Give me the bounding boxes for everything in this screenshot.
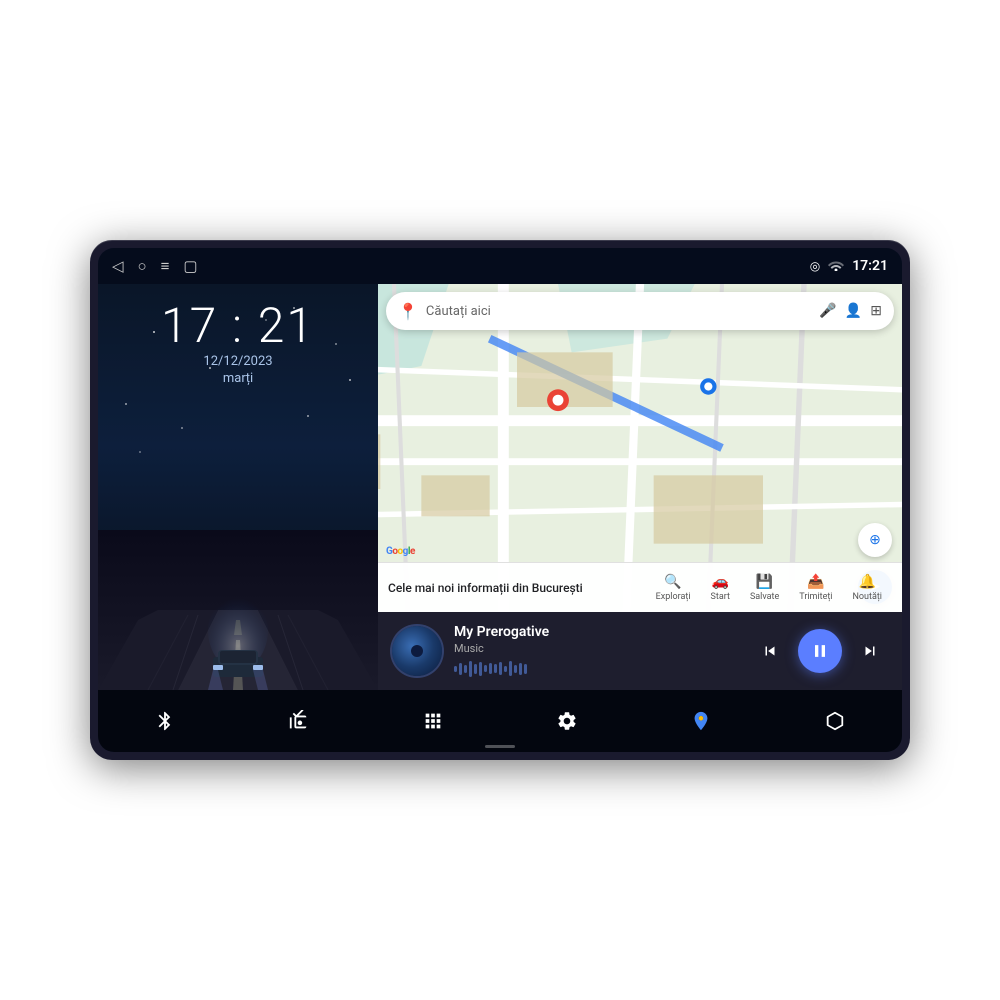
music-subtitle: Music [454,642,740,655]
waveform-bar-15 [524,664,527,674]
map-tab-explore[interactable]: 🔍 Explorați [646,570,701,606]
mic-icon[interactable]: 🎤 [819,303,836,319]
waveform-bar-11 [504,666,507,672]
waveform-bar-1 [454,666,457,672]
map-tab-start[interactable]: 🚗 Start [701,570,740,606]
yi-button[interactable] [811,697,859,745]
nav-menu-icon[interactable]: ≡ [161,257,170,275]
explore-label: Explorați [656,592,691,602]
nav-home-icon[interactable]: ○ [138,257,147,275]
map-tab-share[interactable]: 📤 Trimiteți [789,570,842,606]
map-info-bar: Cele mai noi informații din București 🔍 … [378,562,902,612]
waveform-bar-13 [514,665,517,673]
crosshair-icon: ⊕ [869,532,881,548]
waveform-bar-7 [484,665,487,672]
next-button[interactable] [852,633,888,669]
waveform-bar-2 [459,663,462,675]
waveform-bar-14 [519,663,522,675]
clock-section: 17 : 21 12/12/2023 marți [161,284,315,386]
prev-button[interactable] [752,633,788,669]
grid-icon[interactable]: ⊞ [870,303,882,319]
map-tab-saved[interactable]: 💾 Salvate [740,570,789,606]
music-title: My Prerogative [454,624,740,640]
device-screen: ◁ ○ ≡ ▢ ◎ 17:21 [98,248,902,752]
map-info-text: Cele mai noi informații din București [388,581,630,595]
saved-icon: 💾 [756,574,773,590]
apps-button[interactable] [409,697,457,745]
waveform-bar-4 [469,661,472,677]
status-indicators: ◎ 17:21 [810,258,888,274]
location-icon: ◎ [810,259,820,273]
clock-day: marți [161,371,315,386]
nav-buttons: ◁ ○ ≡ ▢ [112,257,198,275]
clock-time: 17 : 21 [161,302,315,350]
wifi-icon [828,259,844,274]
waveform-bar-3 [464,665,467,673]
start-label: Start [711,592,730,602]
maps-pin-icon: 📍 [398,302,418,321]
waveform-bar-8 [489,663,492,674]
saved-label: Salvate [750,592,779,602]
main-content: 17 : 21 12/12/2023 marți [98,284,902,690]
waveform-bar-10 [499,662,502,675]
map-tabs: 🔍 Explorați 🚗 Start 💾 Salvate [646,570,892,606]
album-center [411,645,423,657]
radio-button[interactable] [275,697,323,745]
news-icon: 🔔 [859,574,876,590]
map-locate-button[interactable]: ⊕ [858,523,892,557]
car-infotainment-device: ◁ ○ ≡ ▢ ◎ 17:21 [90,240,910,760]
waveform-bar-12 [509,661,512,676]
map-section[interactable]: 📍 Căutați aici 🎤 👤 ⊞ ⊕ ➤ [378,284,902,612]
map-search-bar[interactable]: 📍 Căutați aici 🎤 👤 ⊞ [386,292,894,330]
music-waveform [454,659,740,679]
home-indicator [485,745,515,748]
car-section [98,386,378,690]
nav-back-icon[interactable]: ◁ [112,257,124,275]
waveform-bar-5 [474,664,477,674]
album-art [392,626,442,676]
right-panel: 📍 Căutați aici 🎤 👤 ⊞ ⊕ ➤ [378,284,902,690]
clock-date: 12/12/2023 [161,354,315,369]
map-search-placeholder: Căutați aici [426,304,811,319]
maps-button[interactable] [677,697,725,745]
map-search-actions: 🎤 👤 ⊞ [819,303,882,319]
explore-icon: 🔍 [664,574,681,590]
nav-recent-icon[interactable]: ▢ [183,257,197,275]
music-controls [752,629,888,673]
music-player: My Prerogative Music [378,612,902,690]
map-tab-news[interactable]: 🔔 Noutăți [843,570,893,606]
status-bar: ◁ ○ ≡ ▢ ◎ 17:21 [98,248,902,284]
settings-button[interactable] [543,697,591,745]
start-icon: 🚗 [712,574,729,590]
bottom-taskbar [98,690,902,752]
play-pause-button[interactable] [798,629,842,673]
news-label: Noutăți [853,592,883,602]
bluetooth-button[interactable] [141,697,189,745]
share-label: Trimiteți [799,592,832,602]
share-icon: 📤 [807,574,824,590]
music-info: My Prerogative Music [454,624,740,679]
waveform-bar-6 [479,662,482,676]
google-logo: Google [386,546,415,557]
waveform-bar-9 [494,664,497,673]
left-panel: 17 : 21 12/12/2023 marți [98,284,378,690]
status-time: 17:21 [852,258,888,274]
account-icon[interactable]: 👤 [845,303,862,319]
